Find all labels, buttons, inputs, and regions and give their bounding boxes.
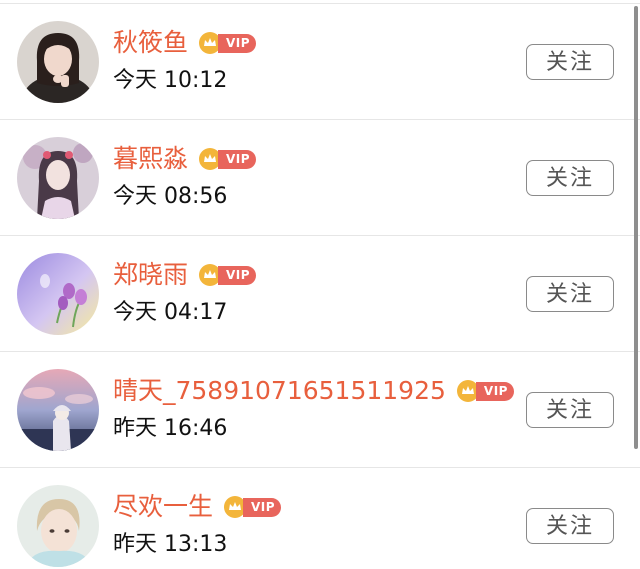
vip-label: VIP <box>243 497 282 517</box>
vip-label: VIP <box>218 33 257 53</box>
username[interactable]: 暮熙淼 <box>113 142 188 176</box>
timestamp: 昨天 16:46 <box>113 416 228 441</box>
follow-button[interactable]: 关注 <box>526 44 614 80</box>
name-line: 暮熙淼 VIP <box>113 142 257 176</box>
avatar[interactable] <box>17 21 99 103</box>
vip-label: VIP <box>218 149 257 169</box>
follow-button[interactable]: 关注 <box>526 508 614 544</box>
username[interactable]: 尽欢一生 <box>113 490 213 524</box>
follower-list-screen: 秋筱鱼 VIP 今天 10:12 关注 暮熙淼 VIP 今天 08:56 关注 … <box>0 0 640 569</box>
vip-badge: VIP <box>223 495 282 519</box>
vip-label: VIP <box>475 381 514 401</box>
timestamp: 今天 08:56 <box>113 184 228 209</box>
avatar[interactable] <box>17 137 99 219</box>
timestamp: 今天 10:12 <box>113 68 228 93</box>
follow-button[interactable]: 关注 <box>526 392 614 428</box>
list-item[interactable]: 晴天_7589107165151192​5 VIP 昨天 16:46 关注 <box>0 352 640 468</box>
list-item[interactable]: 郑晓雨 VIP 今天 04:17 关注 <box>0 236 640 352</box>
vip-badge: VIP <box>198 31 257 55</box>
name-line: 郑晓雨 VIP <box>113 258 257 292</box>
name-line: 秋筱鱼 VIP <box>113 26 257 60</box>
follow-button[interactable]: 关注 <box>526 160 614 196</box>
vip-badge: VIP <box>456 379 514 403</box>
name-line: 晴天_7589107165151192​5 VIP <box>113 374 514 408</box>
avatar[interactable] <box>17 253 99 335</box>
list-item[interactable]: 尽欢一生 VIP 昨天 13:13 关注 <box>0 468 640 569</box>
username[interactable]: 郑晓雨 <box>113 258 188 292</box>
timestamp: 今天 04:17 <box>113 300 228 325</box>
vip-badge: VIP <box>198 263 257 287</box>
avatar[interactable] <box>17 369 99 451</box>
list-item[interactable]: 秋筱鱼 VIP 今天 10:12 关注 <box>0 4 640 120</box>
vip-badge: VIP <box>198 147 257 171</box>
vip-label: VIP <box>218 265 257 285</box>
avatar[interactable] <box>17 485 99 567</box>
user-list: 秋筱鱼 VIP 今天 10:12 关注 暮熙淼 VIP 今天 08:56 关注 … <box>0 4 640 569</box>
username[interactable]: 晴天_7589107165151192​5 <box>113 374 446 408</box>
follow-button[interactable]: 关注 <box>526 276 614 312</box>
list-item[interactable]: 暮熙淼 VIP 今天 08:56 关注 <box>0 120 640 236</box>
name-line: 尽欢一生 VIP <box>113 490 282 524</box>
username[interactable]: 秋筱鱼 <box>113 26 188 60</box>
scrollbar[interactable] <box>634 6 638 449</box>
timestamp: 昨天 13:13 <box>113 532 228 557</box>
